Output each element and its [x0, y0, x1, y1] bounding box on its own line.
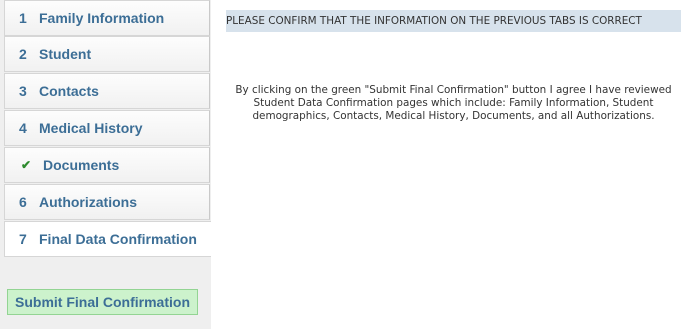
tab-label: Student: [39, 46, 92, 62]
tab-student[interactable]: 2 Student: [4, 36, 210, 72]
tab-contacts[interactable]: 3 Contacts: [4, 73, 210, 109]
tab-label: Medical History: [39, 120, 143, 136]
submit-final-confirmation-button[interactable]: Submit Final Confirmation: [7, 289, 198, 315]
tab-number: 4: [19, 120, 27, 136]
tab-label: Contacts: [39, 83, 99, 99]
tab-number: 3: [19, 83, 27, 99]
check-icon: ✔: [21, 158, 32, 172]
tab-number: 2: [19, 46, 27, 62]
tab-sidebar: 1 Family Information 2 Student 3 Contact…: [0, 0, 212, 329]
tab-number: 6: [19, 194, 27, 210]
tab-number: 1: [19, 10, 27, 26]
confirmation-panel: PLEASE CONFIRM THAT THE INFORMATION ON T…: [211, 0, 681, 329]
tab-medical-history[interactable]: 4 Medical History: [4, 110, 210, 146]
confirmation-message: By clicking on the green "Submit Final C…: [235, 84, 672, 122]
tab-label: Family Information: [39, 10, 165, 26]
tab-label: Final Data Confirmation: [39, 231, 197, 247]
confirm-banner: PLEASE CONFIRM THAT THE INFORMATION ON T…: [226, 10, 681, 32]
tab-final-data-confirmation[interactable]: 7 Final Data Confirmation: [4, 221, 212, 257]
tab-authorizations[interactable]: 6 Authorizations: [4, 184, 210, 220]
tab-label: Documents: [43, 157, 120, 173]
tab-label: Authorizations: [39, 194, 137, 210]
tab-family-information[interactable]: 1 Family Information: [4, 0, 210, 36]
tab-number: 7: [19, 231, 27, 247]
tab-documents[interactable]: ✔ Documents: [4, 147, 210, 183]
